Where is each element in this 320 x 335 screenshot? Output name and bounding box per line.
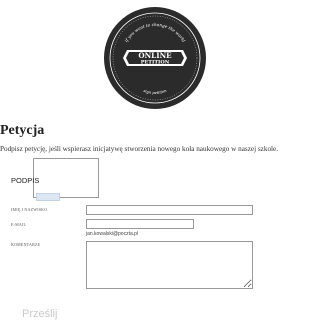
submit-button[interactable]: Prześlij bbox=[22, 308, 57, 320]
page-description: Podpisz petycję, jeśli wspierasz inicjat… bbox=[0, 145, 279, 153]
page-title: Petycja bbox=[0, 123, 45, 138]
signature-pad[interactable] bbox=[33, 158, 99, 198]
seal-line2: PETITION bbox=[141, 60, 170, 66]
comment-label: KOMENTARZE bbox=[11, 242, 41, 247]
email-input[interactable] bbox=[86, 219, 194, 229]
signature-clear-button[interactable] bbox=[36, 193, 60, 201]
email-label: E-MAIL bbox=[11, 222, 27, 227]
petition-seal-logo: if you want to change the world sign pet… bbox=[103, 6, 207, 110]
email-hint: jan.kowalski@poczta.pl bbox=[86, 231, 139, 237]
name-label: IMIĘ I NAZWISKO bbox=[11, 207, 48, 212]
name-input[interactable] bbox=[86, 205, 253, 215]
comment-textarea[interactable] bbox=[86, 241, 253, 289]
signature-label: PODPIS bbox=[11, 176, 40, 185]
